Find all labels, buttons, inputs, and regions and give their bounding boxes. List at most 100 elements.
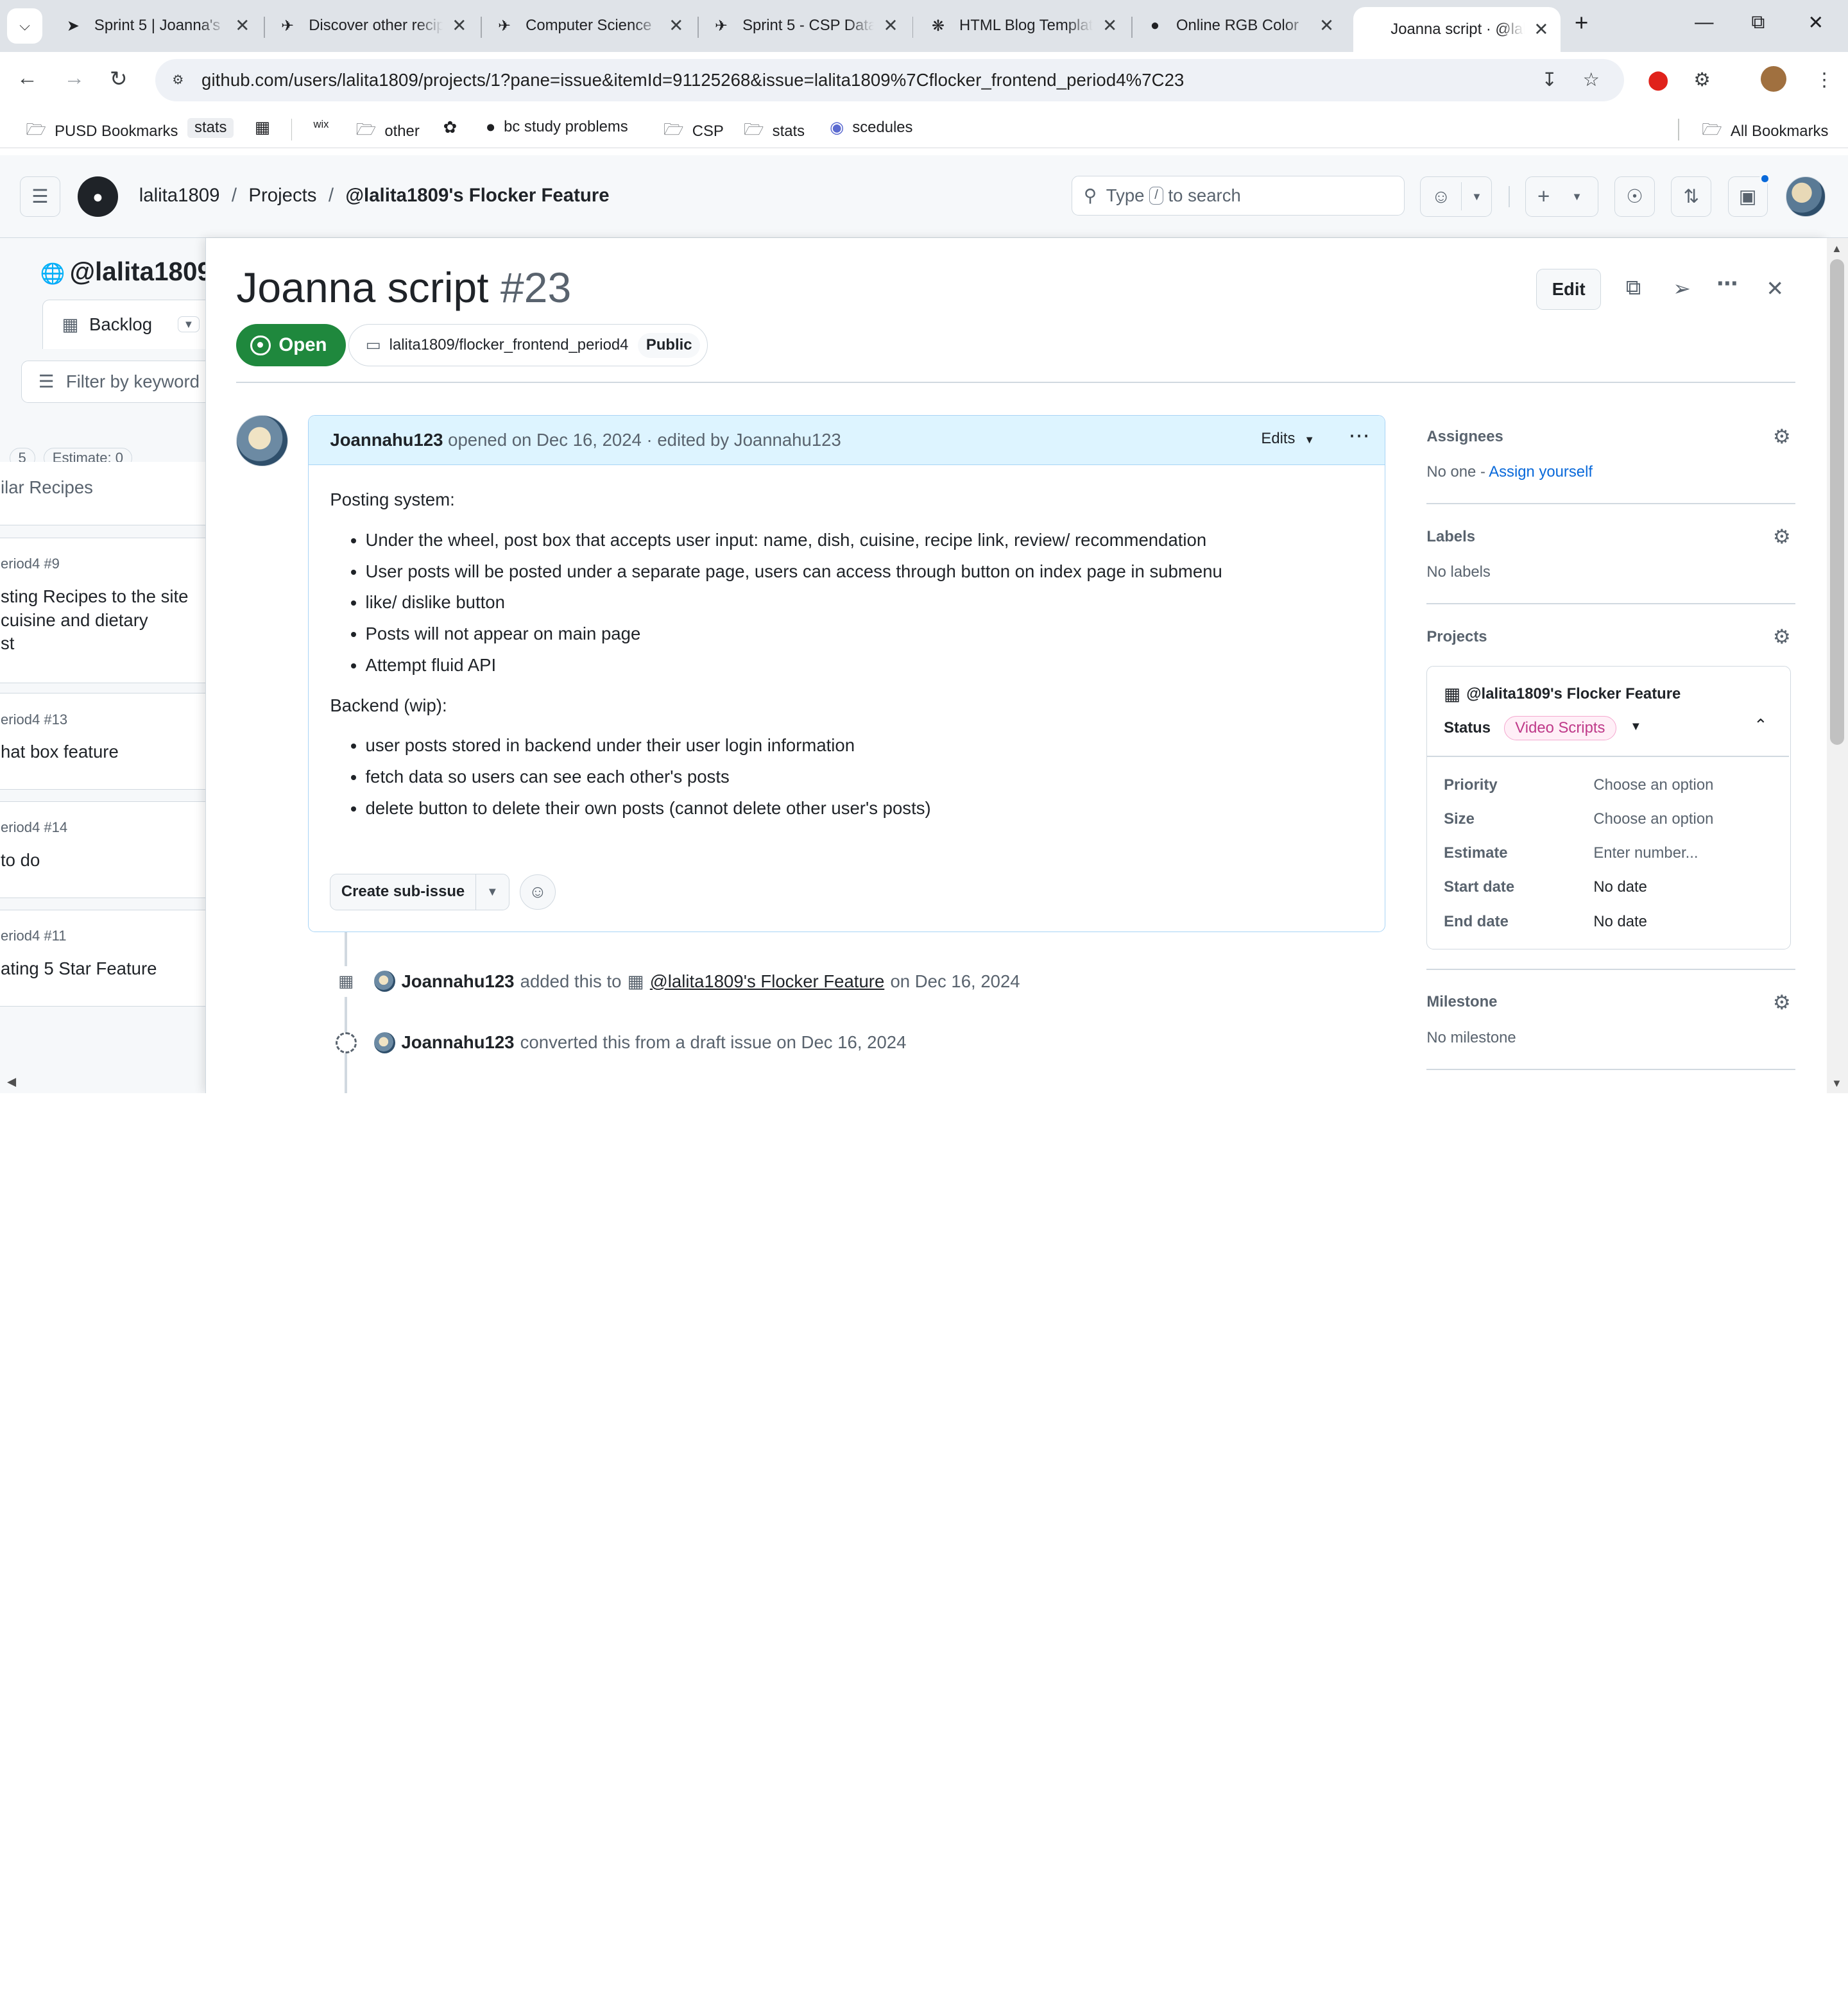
close-tab-icon[interactable]: ✕ xyxy=(1534,19,1548,40)
board-card[interactable]: eriod4 #11 ating 5 Star Feature xyxy=(0,909,212,1007)
kebab-menu-icon[interactable]: ⋮ xyxy=(1815,69,1834,91)
board-card[interactable]: eriod4 #14 to do xyxy=(0,801,212,898)
more-options-icon[interactable]: ⋯ xyxy=(1716,271,1738,296)
close-tab-icon[interactable]: ✕ xyxy=(1319,15,1334,36)
bookmark-item[interactable]: ✿ xyxy=(443,118,465,137)
bookmark-item[interactable]: wix xyxy=(314,118,338,131)
bookmark-star-icon[interactable]: ☆ xyxy=(1583,69,1600,91)
close-tab-icon[interactable]: ✕ xyxy=(669,15,683,36)
gear-icon[interactable]: ⚙ xyxy=(1773,525,1791,549)
issues-button[interactable]: ☉ xyxy=(1614,176,1655,217)
forward-icon[interactable]: → xyxy=(64,66,85,90)
browser-tab[interactable]: ➤ Sprint 5 | Joanna's ✕ xyxy=(52,7,262,45)
edits-dropdown[interactable]: Edits ▼ xyxy=(1261,430,1314,448)
project-name[interactable]: ▦ @lalita1809's Flocker Feature xyxy=(1444,684,1681,704)
browser-tab[interactable]: ❋ HTML Blog Template ✕ xyxy=(917,7,1129,45)
browser-tab[interactable]: ✈ Sprint 5 - CSP Data ✕ xyxy=(700,7,910,45)
bookmark-item[interactable]: ▦ xyxy=(255,118,278,137)
chevron-up-icon[interactable]: ⌃ xyxy=(1754,716,1768,735)
site-info-icon[interactable]: ⚙ xyxy=(165,67,191,93)
gear-icon[interactable]: ⚙ xyxy=(1773,991,1791,1014)
board-card[interactable]: eriod4 #13 hat box feature xyxy=(0,692,212,790)
hamburger-menu-button[interactable]: ☰ xyxy=(20,176,60,217)
copilot-button[interactable]: ☺ ▼ xyxy=(1420,176,1493,217)
all-bookmarks[interactable]: 🗁 All Bookmarks xyxy=(1702,118,1828,146)
copy-icon[interactable]: ⧉ xyxy=(1626,276,1641,300)
chevron-down-icon[interactable]: ▼ xyxy=(476,885,509,899)
create-subissue-button[interactable]: Create sub-issue ▼ xyxy=(330,873,509,910)
create-new-button[interactable]: + ▼ xyxy=(1525,176,1598,217)
chevron-down-icon[interactable]: ▼ xyxy=(1471,191,1482,203)
comment-author[interactable]: Joannahu123 xyxy=(330,430,443,450)
chevron-down-icon[interactable]: ▼ xyxy=(178,316,200,333)
view-tab-backlog[interactable]: ▦ Backlog ▼ xyxy=(42,299,212,349)
scroll-up-icon[interactable]: ▲ xyxy=(1831,242,1842,255)
filter-input[interactable]: ☰ Filter by keyword xyxy=(21,361,222,404)
url-text[interactable]: github.com/users/lalita1809/projects/1?p… xyxy=(201,70,1184,90)
bookmark-item[interactable]: ◉ scedules xyxy=(830,118,912,137)
status-select[interactable]: Video Scripts xyxy=(1503,715,1616,741)
size-select[interactable]: Choose an option xyxy=(1593,810,1713,828)
profile-avatar[interactable] xyxy=(1761,65,1787,92)
bookmark-item[interactable]: ● bc study problems xyxy=(486,118,628,137)
browser-tab[interactable]: ✈ Computer Science ✕ xyxy=(483,7,696,45)
scroll-down-icon[interactable]: ▼ xyxy=(1831,1077,1842,1090)
repo-link[interactable]: ▭ lalita1809/flocker_frontend_period4 Publ… xyxy=(348,324,708,367)
bookmark-item[interactable]: 🗁 CSP xyxy=(663,118,724,146)
bookmark-item[interactable]: stats xyxy=(187,117,234,139)
scrollbar[interactable]: ▲ ▼ xyxy=(1826,238,1848,1094)
list-item: user posts stored in backend under their… xyxy=(366,734,1364,758)
omnibox[interactable]: ⚙ github.com/users/lalita1809/projects/1… xyxy=(155,58,1624,101)
close-tab-icon[interactable]: ✕ xyxy=(1102,15,1117,36)
pin-icon[interactable]: ➢ xyxy=(1673,276,1691,302)
search-input[interactable]: ⚲ Type / to search xyxy=(1071,175,1405,216)
close-icon[interactable]: ✕ xyxy=(1766,276,1784,302)
browser-tab[interactable]: ✈ Discover other recipes ✕ xyxy=(266,7,479,45)
minimize-icon[interactable]: — xyxy=(1695,12,1713,33)
install-icon[interactable]: ↧ xyxy=(1541,69,1557,91)
add-reaction-button[interactable]: ☺ xyxy=(520,874,556,910)
bookmark-item[interactable]: 🗁 PUSD Bookmarks xyxy=(26,118,178,146)
breadcrumb-owner[interactable]: lalita1809 xyxy=(139,185,220,206)
project-link[interactable]: @lalita1809's Flocker Feature xyxy=(650,971,884,992)
tab-search-button[interactable]: ⌵ xyxy=(7,8,43,44)
assign-yourself-link[interactable]: Assign yourself xyxy=(1489,463,1593,481)
browser-tab-active[interactable]: Joanna script · @lalita1809 ✕ xyxy=(1353,7,1561,52)
scroll-left-icon[interactable]: ◀ xyxy=(7,1075,16,1089)
avatar[interactable] xyxy=(374,1032,396,1053)
new-tab-button[interactable]: + xyxy=(1575,10,1588,37)
bookmark-item[interactable]: 🗁 other xyxy=(356,118,420,146)
avatar[interactable] xyxy=(1785,176,1826,217)
github-logo-icon[interactable]: ● xyxy=(78,176,118,217)
avatar[interactable] xyxy=(236,414,289,467)
breadcrumb-projects[interactable]: Projects xyxy=(248,185,316,206)
gear-icon[interactable]: ⚙ xyxy=(1773,425,1791,448)
bookmark-item[interactable]: 🗁 stats xyxy=(744,118,805,146)
gear-icon[interactable]: ⚙ xyxy=(1773,625,1791,649)
board-card[interactable]: eriod4 #9 sting Recipes to the site cuis… xyxy=(0,537,212,684)
priority-select[interactable]: Choose an option xyxy=(1593,776,1713,794)
scrollbar-thumb[interactable] xyxy=(1830,259,1845,745)
comment-body: Posting system: Under the wheel, post bo… xyxy=(309,465,1385,821)
avatar[interactable] xyxy=(374,971,396,992)
estimate-input[interactable]: Enter number... xyxy=(1593,844,1698,862)
end-date-field[interactable]: No date xyxy=(1593,913,1647,931)
back-icon[interactable]: ← xyxy=(17,66,38,90)
opera-extension-icon[interactable]: ⬤ xyxy=(1648,69,1669,91)
close-tab-icon[interactable]: ✕ xyxy=(235,15,250,36)
start-date-field[interactable]: No date xyxy=(1593,878,1647,896)
reload-icon[interactable]: ↻ xyxy=(110,66,128,92)
extensions-puzzle-icon[interactable]: ⚙ xyxy=(1693,69,1710,91)
close-tab-icon[interactable]: ✕ xyxy=(883,15,898,36)
edit-button[interactable]: Edit xyxy=(1536,268,1602,311)
comment-more-icon[interactable]: ⋯ xyxy=(1348,423,1371,448)
breadcrumb-project[interactable]: @lalita1809's Flocker Feature xyxy=(345,185,609,206)
restore-icon[interactable]: ⧉ xyxy=(1751,12,1765,33)
git-pull-request-icon: ⇅ xyxy=(1683,186,1699,208)
board-card[interactable]: ilar Recipes xyxy=(0,461,212,526)
browser-tab[interactable]: ● Online RGB Color ✕ xyxy=(1134,7,1346,45)
chevron-down-icon[interactable]: ▼ xyxy=(1630,719,1641,733)
close-window-icon[interactable]: ✕ xyxy=(1808,12,1824,34)
pull-requests-button[interactable]: ⇅ xyxy=(1671,176,1711,217)
close-tab-icon[interactable]: ✕ xyxy=(452,15,466,36)
